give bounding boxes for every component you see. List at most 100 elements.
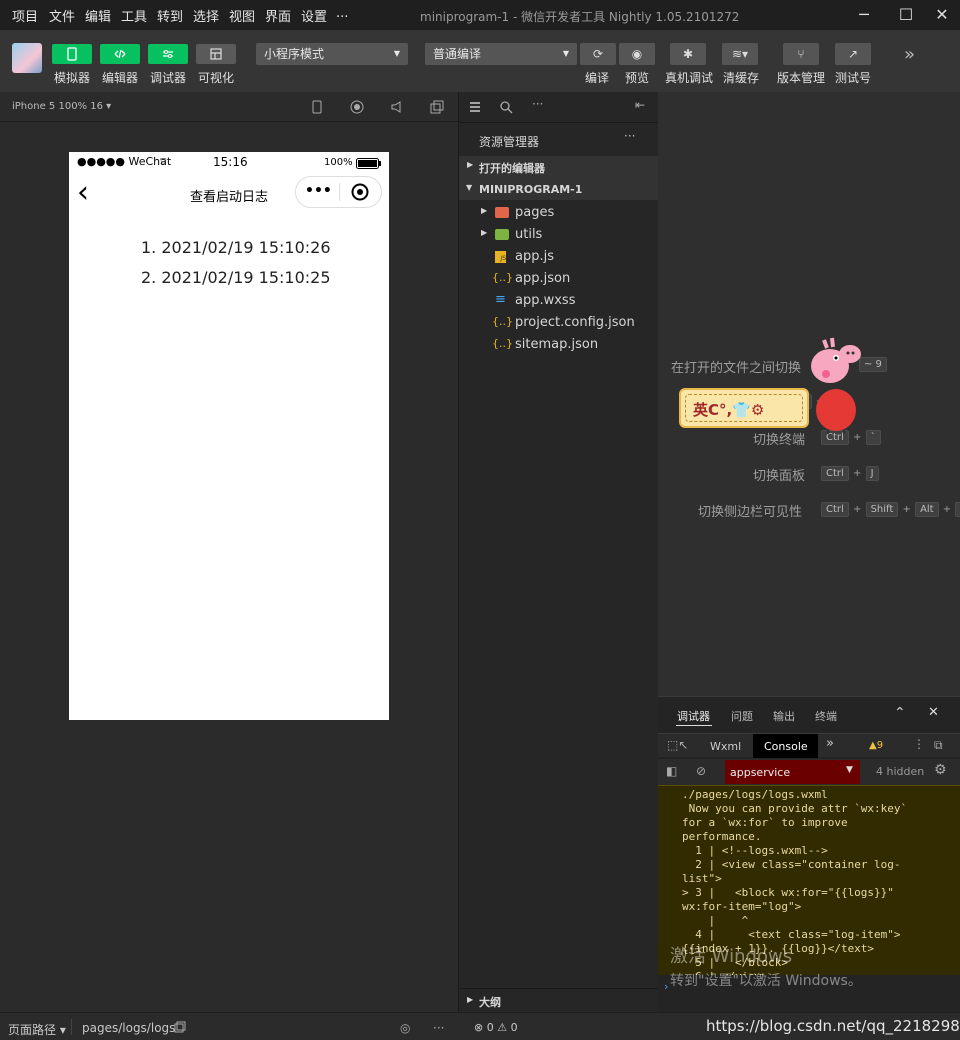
tree-item-label: project.config.json: [515, 315, 635, 330]
bug-icon: ✱: [682, 47, 694, 61]
close-capsule-icon[interactable]: [351, 183, 369, 201]
layout-icon: [210, 48, 222, 60]
warning-count[interactable]: ▲9: [869, 740, 883, 751]
outline-section[interactable]: ▶ 大纲: [459, 988, 659, 1012]
preview-button[interactable]: ◉: [619, 43, 655, 65]
explorer-header: 资源管理器: [479, 135, 540, 149]
more-icon[interactable]: ···: [532, 97, 543, 111]
chevron-down-icon: ▼: [466, 183, 473, 192]
menu-project[interactable]: 项目: [12, 6, 38, 25]
battery-percent: 100%: [324, 157, 353, 168]
compile-mode-select[interactable]: 普通编译 ▼: [425, 43, 577, 65]
context-select[interactable]: appservice ▼: [725, 760, 860, 784]
simulator-button[interactable]: [52, 44, 92, 64]
menu-edit[interactable]: 编辑: [85, 6, 111, 25]
open-editors-label: 打开的编辑器: [479, 162, 545, 175]
clear-console-icon[interactable]: ⊘: [696, 764, 706, 778]
log-item: 1. 2021/02/19 15:10:26: [141, 238, 331, 257]
device-select[interactable]: iPhone 5 100% 16 ▾: [12, 101, 111, 112]
tab-terminal[interactable]: 终端: [815, 708, 837, 724]
mode-select[interactable]: 小程序模式 ▼: [256, 43, 408, 65]
detach-icon[interactable]: [430, 100, 444, 114]
editor-label: 编辑器: [102, 71, 139, 85]
menu-more[interactable]: ...: [336, 6, 348, 21]
volume-icon[interactable]: [390, 100, 404, 114]
chevron-down-icon: ▼: [393, 49, 400, 58]
debugger-button[interactable]: [148, 44, 188, 64]
eye-icon[interactable]: ◎: [400, 1021, 410, 1035]
phone-icon[interactable]: [310, 100, 324, 114]
console-prompt-icon[interactable]: ›: [664, 980, 668, 993]
chevron-right-icon: ▶: [481, 228, 488, 237]
tab-wxml[interactable]: Wxml: [710, 740, 741, 753]
more-options-icon[interactable]: ⋮: [913, 737, 925, 751]
project-section[interactable]: ▼ MINIPROGRAM-1: [459, 178, 659, 200]
menu-settings[interactable]: 设置: [301, 6, 327, 25]
layers-icon: ≋▾: [731, 47, 749, 61]
tree-item-sitemap[interactable]: {..} sitemap.json: [459, 334, 659, 356]
test-account-button[interactable]: ↗: [835, 43, 871, 65]
tree-item-utils[interactable]: ▶ utils: [459, 224, 659, 246]
outline-label: 大纲: [479, 996, 501, 1009]
more-toolbar-button[interactable]: »: [904, 44, 915, 65]
sidebar-toggle-icon[interactable]: ◧: [666, 764, 677, 778]
compile-label: 编译: [585, 71, 610, 85]
window-title: miniprogram-1 - 微信开发者工具 Nightly 1.05.210…: [420, 10, 740, 24]
record-icon[interactable]: [350, 100, 364, 114]
tree-item-app-json[interactable]: {..} app.json: [459, 268, 659, 290]
copy-icon[interactable]: [174, 1021, 186, 1033]
chevron-down-icon: ▼: [562, 49, 569, 58]
code-icon: [114, 49, 126, 59]
close-window-button[interactable]: ✕: [928, 3, 956, 27]
tab-output[interactable]: 输出: [773, 708, 795, 724]
real-debug-button[interactable]: ✱: [670, 43, 706, 65]
more-tabs-icon[interactable]: »: [826, 736, 834, 751]
menu-select[interactable]: 选择: [193, 6, 219, 25]
open-editors-section[interactable]: ▶ 打开的编辑器: [459, 156, 659, 178]
menu-view[interactable]: 视图: [229, 6, 255, 25]
problems-count[interactable]: ⊗ 0 ⚠ 0: [474, 1021, 518, 1034]
avatar[interactable]: [12, 43, 42, 73]
compile-button[interactable]: ⟳: [580, 43, 616, 65]
log-item: 2. 2021/02/19 15:10:25: [141, 268, 331, 287]
hint-switch-terminal: 切换终端: [753, 433, 806, 448]
tree-item-app-wxss[interactable]: ≡ app.wxss: [459, 290, 659, 312]
back-button[interactable]: ‹: [77, 176, 89, 210]
explorer-more-button[interactable]: ···: [624, 129, 635, 143]
tab-console[interactable]: Console: [753, 734, 818, 758]
gear-icon[interactable]: ⚙: [934, 762, 947, 778]
clock-time: 15:16: [213, 155, 248, 169]
maximize-button[interactable]: ☐: [892, 3, 920, 27]
ime-toolbar[interactable]: 英C°,👕⚙: [679, 388, 809, 428]
menu-file[interactable]: 文件: [49, 6, 75, 25]
toolbar: 模拟器 编辑器 调试器 可视化 小程序模式 ▼ 普通编译 ▼ ⟳ ◉ 编译 预览 ✱…: [0, 30, 960, 92]
version-button[interactable]: ⑂: [783, 43, 819, 65]
visual-button[interactable]: [196, 44, 236, 64]
close-panel-icon[interactable]: ✕: [928, 705, 939, 720]
tree-item-app-js[interactable]: JS app.js: [459, 246, 659, 268]
page-path-label[interactable]: 页面路径 ▾: [8, 1021, 66, 1038]
undock-icon[interactable]: ⧉: [934, 738, 943, 753]
hint-switch-panel: 切换面板: [753, 469, 806, 484]
tab-debugger[interactable]: 调试器: [677, 708, 710, 724]
clear-cache-button[interactable]: ≋▾: [722, 43, 758, 65]
hidden-count: 4 hidden: [876, 765, 925, 778]
search-icon[interactable]: [499, 100, 513, 114]
menu-tools[interactable]: 工具: [121, 6, 147, 25]
list-icon[interactable]: [468, 100, 482, 114]
more-icon[interactable]: ···: [433, 1021, 444, 1035]
chevron-up-icon[interactable]: ⌃: [894, 705, 906, 721]
menu-goto[interactable]: 转到: [157, 6, 183, 25]
tab-issues[interactable]: 问题: [731, 708, 753, 724]
battery-icon: [356, 158, 381, 169]
tree-item-pages[interactable]: ▶ pages: [459, 202, 659, 224]
json-icon: {..}: [492, 337, 513, 350]
inspect-icon[interactable]: ⬚↖: [667, 738, 688, 752]
minimize-button[interactable]: ─: [850, 3, 878, 27]
more-dots-button[interactable]: •••: [305, 183, 332, 199]
menu-interface[interactable]: 界面: [265, 6, 291, 25]
console-filter-bar: ◧ ⊘ appservice ▼ 4 hidden ⚙: [658, 759, 960, 785]
editor-button[interactable]: [100, 44, 140, 64]
tree-item-project-config[interactable]: {..} project.config.json: [459, 312, 659, 334]
collapse-panel-icon[interactable]: ⇤: [635, 98, 645, 112]
